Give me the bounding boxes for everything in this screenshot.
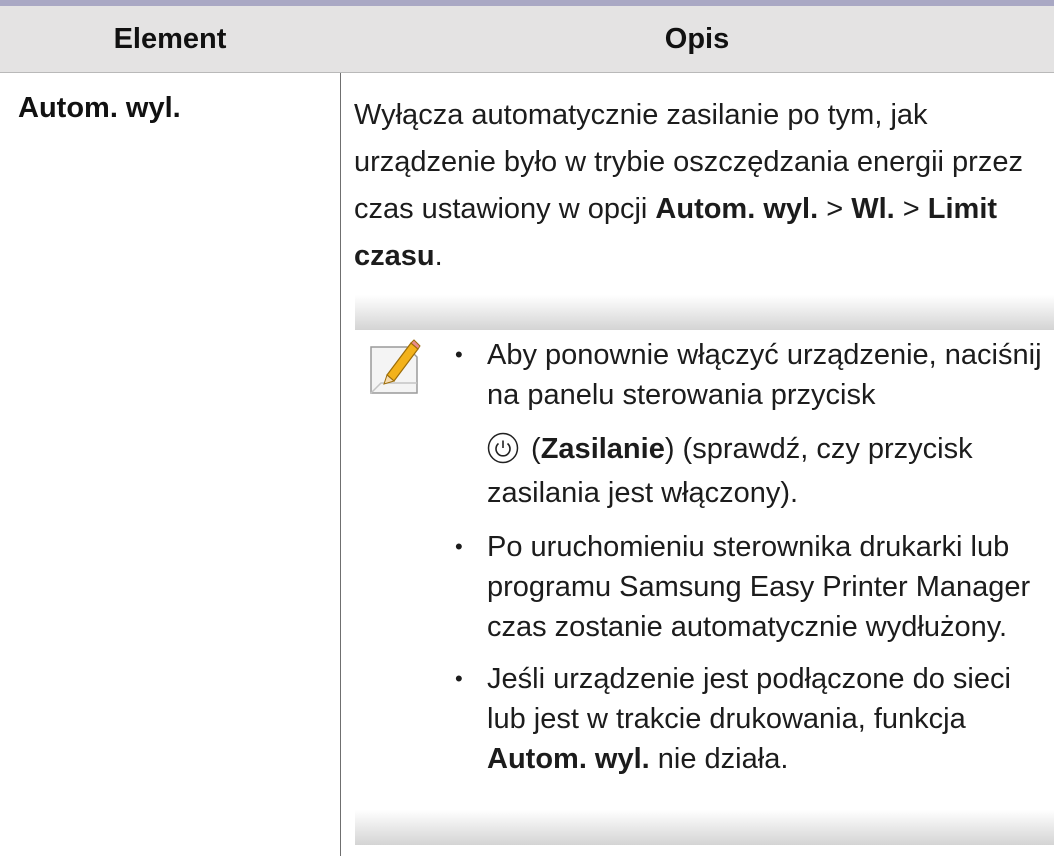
column-header-description: Opis (664, 23, 730, 55)
document-page: Element Opis Autom. wyl. Wyłącza automat… (0, 0, 1054, 856)
element-description: Wyłącza automatycznie zasilanie po tym, … (354, 92, 1044, 280)
column-header-element: Element (113, 23, 227, 55)
bullet: • (455, 342, 463, 367)
note-item-text: Aby ponownie włączyć urządzenie, naciśni… (487, 339, 1042, 411)
note-top-bar (355, 295, 1054, 330)
note-box: • Aby ponownie włączyć urządzenie, naciś… (355, 295, 1054, 845)
description-separator: > (818, 193, 852, 225)
power-line: (Zasilanie) (sprawdź, czy przycisk (487, 427, 1050, 471)
description-separator: > (894, 193, 928, 225)
power-button-name: Zasilanie (540, 433, 665, 465)
note-item-text: Jeśli urządzenie jest podłączone do siec… (487, 663, 1011, 735)
power-icon (487, 432, 519, 464)
note-bottom-bar (355, 810, 1054, 845)
note-item: • Jeśli urządzenie jest podłączone do si… (435, 659, 1050, 779)
description-end: . (434, 240, 443, 272)
note-item: • Po uruchomieniu sterownika drukarki lu… (435, 527, 1050, 647)
bullet: • (455, 666, 463, 691)
note-item-text: zasilania jest włączony). (487, 477, 799, 509)
element-name: Autom. wyl. (18, 92, 181, 124)
description-bold-option: Autom. wyl. (655, 193, 819, 225)
bullet: • (455, 534, 463, 559)
note-pencil-icon (370, 339, 421, 394)
app-name: Samsung Easy Printer Manager (619, 571, 1031, 603)
note-item-text: ) (sprawdź, czy przycisk (664, 433, 973, 465)
note-item: • Aby ponownie włączyć urządzenie, naciś… (435, 335, 1050, 515)
note-item-text: czas zostanie automatycznie wydłużony. (487, 611, 1008, 643)
table-header: Element Opis (0, 6, 1054, 73)
column-divider (340, 73, 341, 856)
note-list: • Aby ponownie włączyć urządzenie, naciś… (435, 335, 1050, 779)
note-item-text: nie działa. (649, 743, 789, 775)
open-paren: ( (523, 433, 541, 465)
description-bold-on: Wl. (851, 193, 895, 225)
note-bold-option: Autom. wyl. (487, 743, 650, 775)
